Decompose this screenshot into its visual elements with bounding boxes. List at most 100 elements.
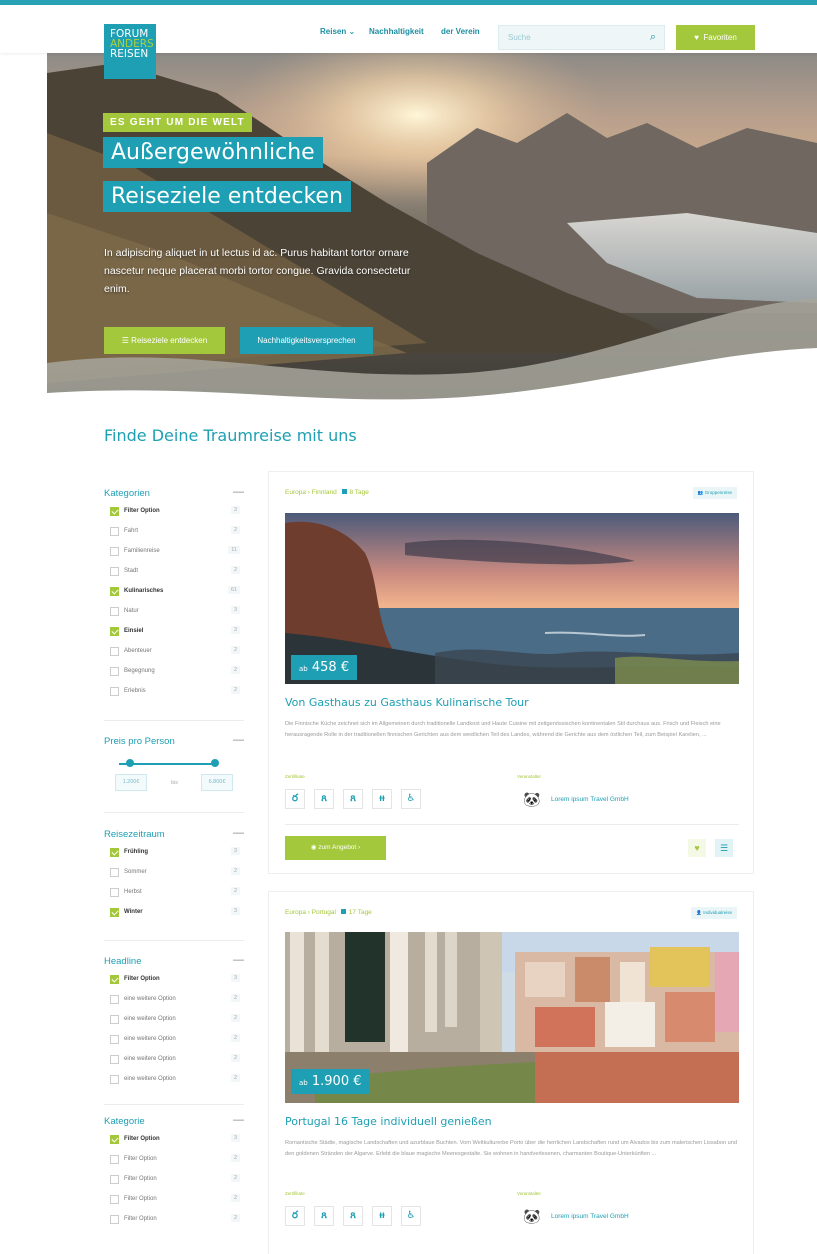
filter-header[interactable]: Preis pro Person — (104, 734, 244, 754)
filter-option[interactable]: Filter Option 3 (104, 506, 244, 526)
filter-option[interactable]: Winter 3 (104, 907, 244, 927)
filter-option-label: Filter Option (124, 508, 160, 514)
filter-option[interactable]: Abenteuer 2 (104, 646, 244, 666)
checkbox[interactable] (110, 667, 119, 676)
checkbox[interactable] (110, 1195, 119, 1204)
trip-title[interactable]: Von Gasthaus zu Gasthaus Kulinarische To… (285, 696, 529, 709)
checkbox[interactable] (110, 1055, 119, 1064)
checkbox[interactable] (110, 607, 119, 616)
price-max-field[interactable]: 6.800€ (201, 774, 233, 791)
sustainability-promise-button[interactable]: Nachhaltigkeitsversprechen (240, 327, 373, 354)
filter-option-label: eine weitere Option (124, 1076, 176, 1082)
search-icon[interactable]: ⌕ (650, 31, 656, 44)
checkbox[interactable] (110, 1175, 119, 1184)
checkbox[interactable] (110, 587, 119, 596)
filter-title: Reisezeitraum (104, 829, 165, 840)
checkbox[interactable] (110, 647, 119, 656)
favorites-button[interactable]: ♥ Favoriten (676, 25, 755, 50)
filter-header[interactable]: Headline — (104, 954, 244, 974)
nav-nachhaltigkeit[interactable]: Nachhaltigkeit (369, 27, 424, 36)
filter-option[interactable]: Filter Option 3 (104, 1134, 244, 1154)
filter-header[interactable]: Kategorie — (104, 1114, 244, 1134)
filter-option[interactable]: Filter Option 2 (104, 1194, 244, 1214)
filter-option[interactable]: Filter Option 2 (104, 1154, 244, 1174)
checkbox[interactable] (110, 1015, 119, 1024)
checkbox[interactable] (110, 868, 119, 877)
search-input[interactable]: Suche ⌕ (498, 25, 665, 50)
person-icon: 👤 (696, 910, 702, 915)
filter-option-label: Familienreise (124, 548, 160, 554)
filter-option[interactable]: Stadt 2 (104, 566, 244, 586)
hero-headline-line-2: Reiseziele entdecken (103, 181, 351, 212)
filter-option[interactable]: eine weitere Option 2 (104, 1074, 244, 1094)
checkbox[interactable] (110, 975, 119, 984)
filter-option[interactable]: eine weitere Option 2 (104, 1054, 244, 1074)
checkbox[interactable] (110, 567, 119, 576)
filter-option[interactable]: Einsiel 3 (104, 626, 244, 646)
offer-button[interactable]: ◉ zum Angebot › (285, 836, 386, 860)
checkbox[interactable] (110, 1075, 119, 1084)
nav-reisen[interactable]: Reisen ⌄ (320, 27, 355, 36)
filter-option[interactable]: Kulinarisches 61 (104, 586, 244, 606)
filter-option[interactable]: Frühling 3 (104, 847, 244, 867)
filter-option[interactable]: Begegnung 2 (104, 666, 244, 686)
trip-title[interactable]: Portugal 16 Tage individuell genießen (285, 1115, 492, 1128)
checkbox[interactable] (110, 1135, 119, 1144)
filter-title: Kategorien (104, 488, 150, 499)
filter-option[interactable]: eine weitere Option 2 (104, 1014, 244, 1034)
accessible-icon: ♿ (401, 1206, 421, 1226)
filter-option-label: Sommer (124, 869, 147, 875)
collapse-icon[interactable]: — (233, 827, 244, 839)
filter-option[interactable]: Natur 3 (104, 606, 244, 626)
checkbox[interactable] (110, 1215, 119, 1224)
checkbox[interactable] (110, 1035, 119, 1044)
filter-header[interactable]: Kategorien — (104, 486, 244, 506)
collapse-icon[interactable]: — (233, 1114, 244, 1126)
checkbox[interactable] (110, 507, 119, 516)
list-view-icon[interactable]: ☰ (715, 839, 733, 857)
checkbox[interactable] (110, 908, 119, 917)
explore-destinations-button[interactable]: ☰ Reiseziele entdecken (104, 327, 225, 354)
price-max-handle[interactable] (211, 759, 219, 767)
favorite-heart-icon[interactable]: ♥ (688, 839, 706, 857)
trip-description: Romantische Städte, magische Landschafte… (285, 1140, 738, 1157)
price-value: 458 € (311, 660, 350, 675)
logo[interactable]: FORUM ANDERS REISEN (104, 24, 156, 79)
filter-option[interactable]: Erlebnis 2 (104, 686, 244, 706)
divider (104, 720, 244, 721)
checkbox[interactable] (110, 687, 119, 696)
filter-option[interactable]: eine weitere Option 2 (104, 1034, 244, 1054)
collapse-icon[interactable]: — (233, 486, 244, 498)
checkbox[interactable] (110, 995, 119, 1004)
filter-option[interactable]: Herbst 2 (104, 887, 244, 907)
trip-type-label: Gruppenreise (704, 490, 732, 495)
filter-option[interactable]: Filter Option 2 (104, 1174, 244, 1194)
crumb-country[interactable]: Finnland (312, 489, 337, 496)
crumb-country[interactable]: Portugal (312, 909, 336, 916)
checkbox[interactable] (110, 527, 119, 536)
crumb-region[interactable]: Europa (285, 489, 306, 496)
checkbox[interactable] (110, 627, 119, 636)
collapse-icon[interactable]: — (233, 734, 244, 746)
nav-verein[interactable]: der Verein (441, 27, 480, 36)
checkbox[interactable] (110, 547, 119, 556)
checkbox[interactable] (110, 888, 119, 897)
filter-option[interactable]: eine weitere Option 2 (104, 994, 244, 1014)
filter-option[interactable]: Familienreise 11 (104, 546, 244, 566)
filter-option[interactable]: Filter Option 2 (104, 1214, 244, 1234)
crumb-region[interactable]: Europa (285, 909, 306, 916)
price-min-handle[interactable] (126, 759, 134, 767)
filter-option[interactable]: Sommer 2 (104, 867, 244, 887)
filter-header[interactable]: Reisezeitraum — (104, 827, 244, 847)
checkbox[interactable] (110, 1155, 119, 1164)
checkbox[interactable] (110, 848, 119, 857)
calendar-icon (340, 909, 346, 914)
organizer-name[interactable]: Lorem ipsum Travel GmbH (551, 796, 629, 803)
organizer-name[interactable]: Lorem ipsum Travel GmbH (551, 1213, 629, 1220)
filter-option[interactable]: Filter Option 3 (104, 974, 244, 994)
collapse-icon[interactable]: — (233, 954, 244, 966)
filter-title: Kategorie (104, 1116, 145, 1127)
filter-option[interactable]: Fahrt 2 (104, 526, 244, 546)
price-min-field[interactable]: 1.200€ (115, 774, 147, 791)
person-icon: ጸ (314, 1206, 334, 1226)
